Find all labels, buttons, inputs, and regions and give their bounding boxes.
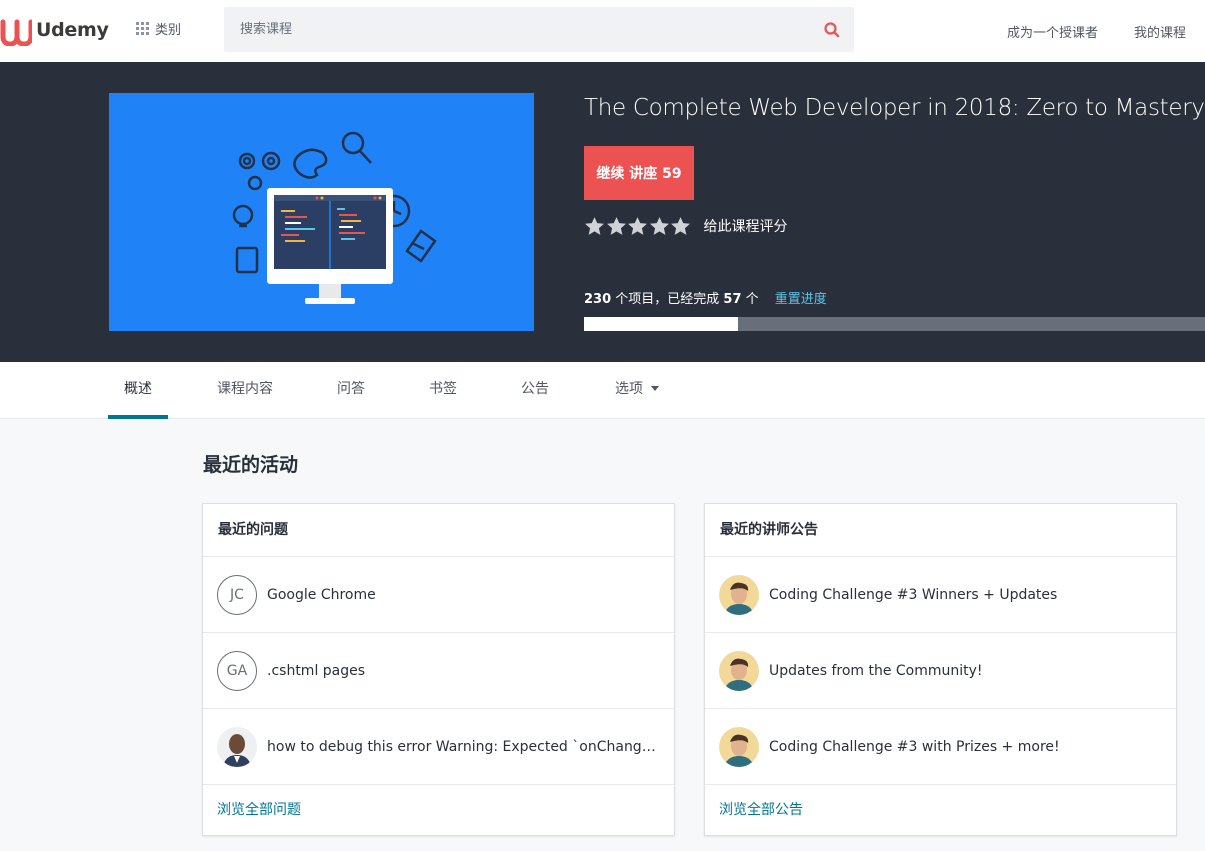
progress-fill	[584, 317, 738, 331]
progress-summary: 230 个项目，已经完成 57 个 重置进度	[584, 288, 827, 307]
question-item[interactable]: GA .cshtml pages	[203, 633, 674, 709]
star-icon[interactable]	[627, 216, 648, 236]
avatar	[719, 726, 759, 767]
progress-bar	[584, 317, 1205, 331]
udemy-logo[interactable]: Udemy	[0, 14, 109, 46]
top-navbar: Udemy 类别 成为一个授课者 我的课程	[0, 0, 1205, 62]
course-tabs: 概述 课程内容 问答 书签 公告 选项	[0, 362, 1205, 419]
instructor-announcements-header: 最近的讲师公告	[705, 504, 1176, 557]
star-icon[interactable]	[670, 216, 691, 236]
question-title: Google Chrome	[267, 586, 376, 603]
search-bar	[224, 7, 854, 52]
recent-questions-header: 最近的问题	[203, 504, 674, 557]
my-courses-link[interactable]: 我的课程	[1134, 22, 1186, 41]
announcement-item[interactable]: Updates from the Community!	[705, 633, 1176, 709]
items-unit: 个	[741, 292, 759, 307]
chevron-down-icon	[651, 385, 659, 391]
announcement-title: Coding Challenge #3 Winners + Updates	[769, 586, 1058, 603]
star-icon[interactable]	[649, 216, 670, 236]
rate-course-label[interactable]: 给此课程评分	[704, 216, 788, 236]
categories-menu[interactable]: 类别	[136, 19, 181, 38]
avatar	[719, 650, 759, 691]
avatar: JC	[217, 574, 257, 615]
items-text: 个项目，已经完成	[611, 292, 724, 307]
completed-items: 57	[723, 292, 742, 307]
tab-options-label: 选项	[615, 381, 643, 397]
instructor-announcements-card: 最近的讲师公告 Coding Challenge #3 Winners + Up…	[704, 503, 1177, 836]
announcement-item[interactable]: Coding Challenge #3 with Prizes + more!	[705, 709, 1176, 785]
avatar	[217, 726, 257, 767]
course-rating[interactable]: 给此课程评分	[584, 216, 788, 236]
grid-icon	[136, 22, 149, 35]
become-instructor-link[interactable]: 成为一个授课者	[1007, 22, 1098, 41]
course-title: The Complete Web Developer in 2018: Zero…	[584, 95, 1205, 121]
reset-progress-link[interactable]: 重置进度	[775, 292, 827, 307]
browse-all-questions-link[interactable]: 浏览全部问题	[203, 785, 674, 835]
recent-activity-title: 最近的活动	[203, 454, 299, 476]
tab-bookmarks[interactable]: 书签	[414, 362, 472, 419]
course-hero: The Complete Web Developer in 2018: Zero…	[0, 62, 1205, 362]
star-icon[interactable]	[584, 216, 605, 236]
course-image[interactable]	[109, 93, 534, 331]
tab-course-content[interactable]: 课程内容	[206, 362, 284, 419]
course-illustration	[232, 131, 437, 304]
search-input[interactable]	[224, 7, 804, 52]
total-items: 230	[584, 292, 612, 307]
question-title: how to debug this error Warning: Expecte…	[267, 738, 657, 755]
question-item[interactable]: how to debug this error Warning: Expecte…	[203, 709, 674, 785]
search-icon[interactable]	[822, 20, 842, 40]
star-icon[interactable]	[606, 216, 627, 236]
announcement-title: Coding Challenge #3 with Prizes + more!	[769, 738, 1060, 755]
tab-options[interactable]: 选项	[604, 362, 670, 419]
browse-all-announcements-link[interactable]: 浏览全部公告	[705, 785, 1176, 835]
announcement-title: Updates from the Community!	[769, 662, 983, 679]
categories-label: 类别	[155, 23, 182, 38]
continue-lecture-button[interactable]: 继续 讲座 59	[584, 146, 694, 200]
question-title: .cshtml pages	[267, 662, 366, 679]
avatar	[719, 574, 759, 615]
tab-overview[interactable]: 概述	[108, 362, 168, 419]
avatar: GA	[217, 650, 257, 691]
question-item[interactable]: JC Google Chrome	[203, 557, 674, 633]
udemy-logo-icon	[0, 19, 32, 46]
brand-name: Udemy	[36, 19, 109, 41]
tab-qa[interactable]: 问答	[322, 362, 380, 419]
announcement-item[interactable]: Coding Challenge #3 Winners + Updates	[705, 557, 1176, 633]
recent-questions-card: 最近的问题 JC Google Chrome GA .cshtml pages …	[202, 503, 675, 836]
tab-announcements[interactable]: 公告	[506, 362, 564, 419]
